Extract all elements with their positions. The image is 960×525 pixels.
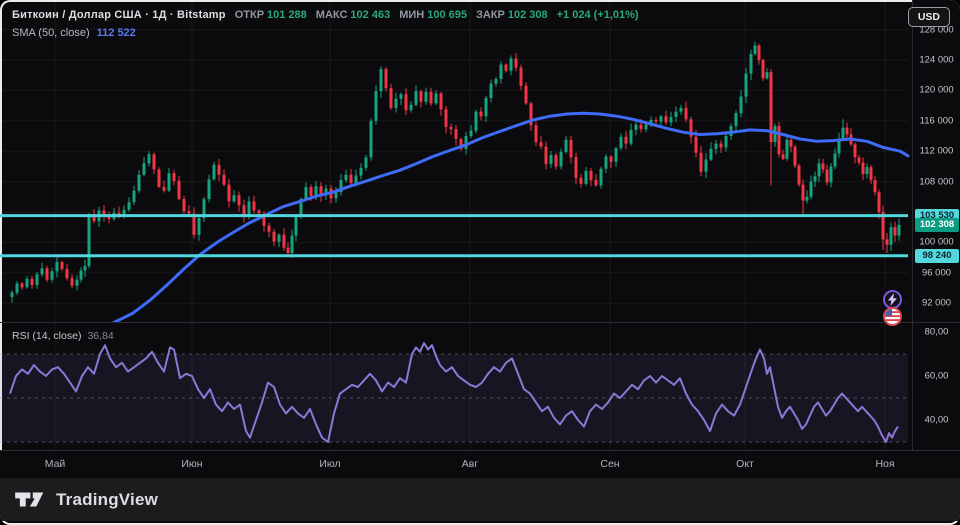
rsi-chart[interactable] <box>0 322 912 450</box>
footer-bar: TradingView <box>0 478 960 521</box>
price-badge: 98 240 <box>915 249 959 263</box>
month-label[interactable]: Авг <box>462 458 478 470</box>
month-label[interactable]: Ноя <box>875 458 894 470</box>
price-badge: 102 308 <box>915 218 959 232</box>
sma-indicator-value: 112 522 <box>97 25 136 41</box>
candlestick-chart[interactable] <box>0 0 912 322</box>
tradingview-brand[interactable]: TradingView <box>14 489 158 510</box>
price-axis-label: 112 000 <box>913 146 960 157</box>
month-label[interactable]: Июн <box>181 458 202 470</box>
sma-indicator-label[interactable]: SMA (50, close) <box>12 25 90 41</box>
month-label[interactable]: Сен <box>600 458 619 470</box>
chart-legend: Биткоин / Доллар США · 1Д · Bitstamp ОТК… <box>12 7 639 41</box>
tradingview-chart-window: Биткоин / Доллар США · 1Д · Bitstamp ОТК… <box>0 0 960 525</box>
month-label[interactable]: Окт <box>736 458 754 470</box>
rsi-axis-label: 60,00 <box>913 371 960 382</box>
price-axis-label: 96 000 <box>913 267 960 278</box>
month-label[interactable]: Июл <box>319 458 340 470</box>
open-value: ОТКР101 288 <box>235 7 307 23</box>
pane-divider[interactable] <box>0 322 960 323</box>
high-value: МАКС102 463 <box>316 7 390 23</box>
price-axis-label: 100 000 <box>913 237 960 248</box>
symbol-title[interactable]: Биткоин / Доллар США · 1Д · Bitstamp <box>12 7 226 23</box>
price-axis-label: 124 000 <box>913 55 960 66</box>
rsi-indicator-value: 36,84 <box>87 330 113 342</box>
price-axis-label: 92 000 <box>913 298 960 309</box>
price-axis-label: 120 000 <box>913 85 960 96</box>
month-label[interactable]: Май <box>45 458 66 470</box>
price-change: +1 024 (+1,01%) <box>557 7 639 23</box>
rsi-indicator-label: RSI (14, close) <box>12 330 81 342</box>
us-flag-icon[interactable] <box>883 307 902 326</box>
tradingview-brand-text: TradingView <box>56 490 158 510</box>
tradingview-logo-icon <box>14 489 48 510</box>
rsi-axis-label: 80,00 <box>913 327 960 338</box>
price-axis-label: 116 000 <box>913 115 960 126</box>
currency-toggle-button[interactable]: USD <box>908 7 950 27</box>
rsi-legend[interactable]: RSI (14, close) 36,84 <box>12 330 114 342</box>
close-value: ЗАКР102 308 <box>476 7 548 23</box>
price-axis[interactable]: 128 000124 000120 000116 000112 000108 0… <box>912 0 960 478</box>
price-axis-label: 108 000 <box>913 176 960 187</box>
low-value: МИН100 695 <box>399 7 467 23</box>
time-axis[interactable]: Май Июн Июл Авг Сен Окт Ноя <box>0 450 960 478</box>
rsi-axis-label: 40,00 <box>913 415 960 426</box>
